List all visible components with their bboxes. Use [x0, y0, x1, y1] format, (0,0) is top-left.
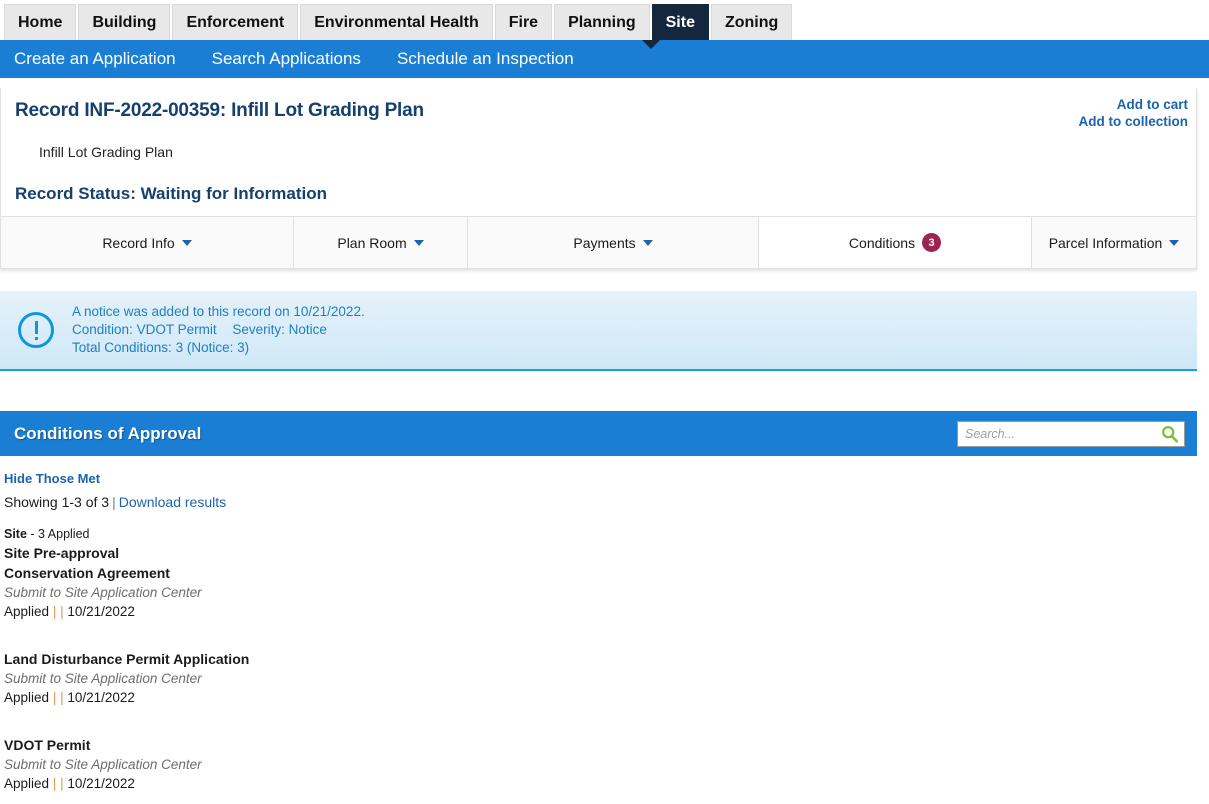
- condition-date: 10/21/2022: [67, 604, 135, 619]
- chevron-down-icon: [1169, 239, 1180, 246]
- meta-separator: | |: [52, 690, 64, 705]
- condition-description: Submit to Site Application Center: [4, 585, 202, 600]
- notice-condition-label: Condition:: [72, 322, 133, 337]
- section-title: Conditions of Approval: [14, 423, 202, 443]
- module-tab-label: Fire: [508, 13, 539, 31]
- module-tab-label: Home: [18, 13, 63, 31]
- notice-banner: A notice was added to this record on 10/…: [0, 291, 1197, 371]
- tab-label: Record Info: [102, 234, 175, 251]
- notice-text: A notice was added to this record on 10/…: [72, 303, 365, 357]
- condition-date: 10/21/2022: [67, 776, 135, 791]
- condition-meta: Applied | | 10/21/2022: [4, 602, 1197, 621]
- condition-meta: Applied | | 10/21/2022: [4, 688, 1197, 707]
- module-tab-home[interactable]: Home: [4, 4, 77, 40]
- record-action-links: Add to cart Add to collection: [1079, 96, 1189, 130]
- tab-record-info[interactable]: Record Info: [1, 217, 294, 268]
- search-input[interactable]: [958, 422, 1184, 445]
- notice-total-detail: (Notice: 3): [186, 340, 250, 355]
- showing-count: Showing 1-3 of 3: [4, 494, 110, 510]
- chevron-down-icon: [642, 239, 653, 246]
- notice-condition-value: VDOT Permit: [136, 322, 217, 337]
- record-status: Record Status: Waiting for Information: [15, 184, 327, 203]
- tab-conditions[interactable]: Conditions 3: [759, 217, 1032, 268]
- module-tab-planning[interactable]: Planning: [554, 4, 650, 40]
- page-title: Record INF-2022-00359: Infill Lot Gradin…: [15, 100, 424, 121]
- module-tab-building[interactable]: Building: [78, 4, 171, 40]
- tab-payments[interactable]: Payments: [468, 217, 759, 268]
- conditions-list: Hide Those Met Showing 1-3 of 3 | Download…: [0, 456, 1197, 793]
- notice-severity-value: Notice: [288, 322, 327, 337]
- condition-meta: Applied | | 10/21/2022: [4, 774, 1197, 793]
- condition-status: Applied: [4, 604, 50, 619]
- hide-those-met-link[interactable]: Hide Those Met: [4, 471, 100, 486]
- summary-separator: |: [112, 494, 116, 510]
- condition-status: Applied: [4, 776, 50, 791]
- record-panel: Record INF-2022-00359: Infill Lot Gradin…: [0, 88, 1197, 269]
- search-box[interactable]: [957, 420, 1185, 447]
- record-subtitle: Infill Lot Grading Plan: [39, 144, 173, 160]
- download-results-link[interactable]: Download results: [119, 494, 226, 510]
- exclamation-circle-icon: [18, 312, 54, 348]
- tab-label: Plan Room: [337, 234, 407, 251]
- record-header: Record INF-2022-00359: Infill Lot Gradin…: [1, 88, 1196, 216]
- module-tab-site[interactable]: Site: [651, 4, 709, 40]
- nav-search-applications[interactable]: Search Applications: [212, 49, 361, 69]
- group-name: Site: [4, 527, 27, 541]
- search-icon[interactable]: [1161, 425, 1179, 443]
- condition-group-header: Site - 3 Applied: [4, 527, 1197, 541]
- condition-name[interactable]: VDOT Permit: [4, 736, 1197, 755]
- module-tab-label: Planning: [568, 13, 636, 31]
- tab-parcel-information[interactable]: Parcel Information: [1032, 217, 1196, 268]
- condition-date: 10/21/2022: [67, 690, 135, 705]
- condition-name[interactable]: Land Disturbance Permit Application: [4, 650, 1197, 669]
- condition-status: Applied: [4, 690, 50, 705]
- condition-subgroup-title: Site Pre-approval: [4, 545, 120, 561]
- chevron-down-icon: [181, 239, 192, 246]
- tab-label: Payments: [573, 234, 636, 251]
- record-tab-bar: Record Info Plan Room Payments Condition…: [1, 216, 1196, 268]
- notice-line-added: A notice was added to this record on 10/…: [72, 304, 365, 319]
- module-tab-fire[interactable]: Fire: [494, 4, 553, 40]
- module-tab-label: Building: [92, 13, 157, 31]
- nav-create-an-application[interactable]: Create an Application: [14, 49, 176, 69]
- secondary-nav-bar: Create an Application Search Application…: [0, 40, 1209, 78]
- condition-item: Conservation Agreement Submit to Site Ap…: [4, 564, 1197, 621]
- notice-line-total: Total Conditions: 3 (Notice: 3): [72, 339, 365, 357]
- page-content: Record INF-2022-00359: Infill Lot Gradin…: [0, 78, 1209, 793]
- notice-severity-label: Severity:: [232, 322, 285, 337]
- module-tab-label: Zoning: [724, 13, 779, 31]
- module-tab-zoning[interactable]: Zoning: [710, 4, 793, 40]
- condition-name[interactable]: Conservation Agreement: [4, 564, 1197, 583]
- conditions-count-badge: 3: [922, 233, 942, 252]
- module-tab-label: Enforcement: [186, 13, 285, 31]
- nav-schedule-an-inspection[interactable]: Schedule an Inspection: [397, 49, 574, 69]
- add-to-collection-link[interactable]: Add to collection: [1079, 113, 1189, 130]
- module-tab-bar: Home Building Enforcement Environmental …: [0, 0, 1209, 40]
- add-to-cart-link[interactable]: Add to cart: [1079, 96, 1188, 113]
- module-tab-label: Environmental Health: [314, 13, 479, 31]
- condition-item: Land Disturbance Permit Application Subm…: [4, 650, 1197, 707]
- tab-label: Parcel Information: [1048, 234, 1163, 251]
- notice-total-value: 3: [175, 340, 184, 355]
- module-tab-label: Site: [665, 13, 695, 31]
- tab-label: Conditions: [848, 234, 916, 251]
- conditions-of-approval-header: Conditions of Approval: [0, 411, 1197, 456]
- group-applied-count: - 3 Applied: [30, 527, 90, 541]
- tab-plan-room[interactable]: Plan Room: [294, 217, 468, 268]
- chevron-down-icon: [413, 239, 424, 246]
- condition-description: Submit to Site Application Center: [4, 757, 202, 772]
- notice-line-condition: Condition: VDOT Permit Severity: Notice: [72, 321, 365, 339]
- results-summary: Showing 1-3 of 3 | Download results: [4, 494, 1197, 510]
- meta-separator: | |: [52, 604, 64, 619]
- notice-total-label: Total Conditions:: [72, 340, 172, 355]
- meta-separator: | |: [52, 776, 64, 791]
- condition-description: Submit to Site Application Center: [4, 671, 202, 686]
- active-tab-pointer-icon: [642, 40, 660, 49]
- module-tab-enforcement[interactable]: Enforcement: [172, 4, 299, 40]
- module-tab-environmental-health[interactable]: Environmental Health: [300, 4, 493, 40]
- condition-item: VDOT Permit Submit to Site Application C…: [4, 736, 1197, 793]
